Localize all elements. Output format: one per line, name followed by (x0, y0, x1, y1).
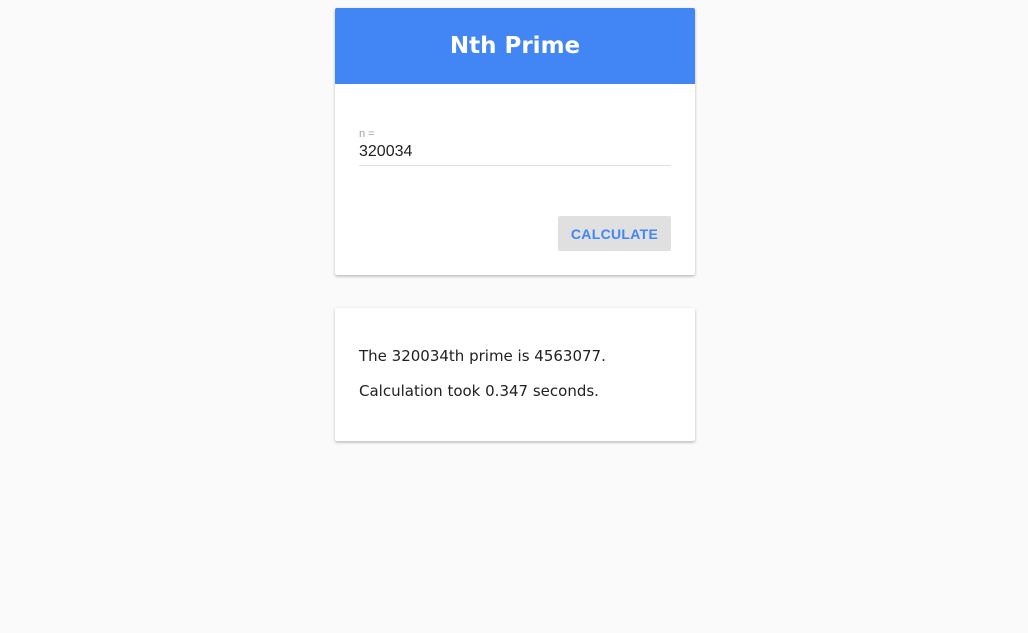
card-header: Nth Prime (335, 8, 695, 84)
calculate-button[interactable]: CALCULATE (558, 216, 671, 251)
n-field-label: n = (359, 128, 375, 140)
page-title: Nth Prime (449, 33, 581, 59)
input-card: Nth Prime n = CALCULATE (335, 8, 695, 275)
timing-text: Calculation took 0.347 seconds. (359, 382, 599, 400)
result-card: The 320034th prime is 4563077. Calculati… (335, 308, 695, 441)
n-input[interactable] (359, 140, 671, 166)
result-text: The 320034th prime is 4563077. (359, 347, 606, 365)
n-field: n = (359, 128, 671, 166)
